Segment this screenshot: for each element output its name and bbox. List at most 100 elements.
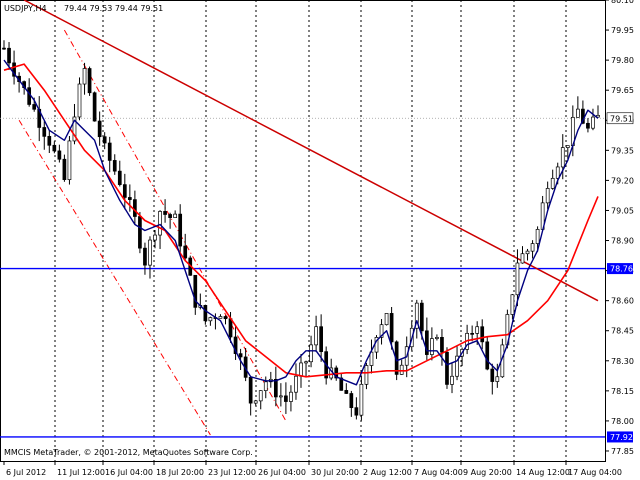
price-chart[interactable]: 80.1079.9579.8079.6579.5079.3579.2079.05…: [0, 0, 640, 480]
candle-body: [389, 313, 394, 343]
price-tick-label: 79.95: [611, 26, 634, 35]
candle-body: [555, 166, 560, 179]
candle-body: [107, 142, 112, 161]
price-tick-label: 78.45: [611, 327, 634, 336]
candle-body: [445, 351, 449, 385]
candle-body: [127, 197, 132, 200]
time-tick-label: 30 Jul 20:00: [311, 468, 359, 477]
price-tick-label: 78.15: [611, 387, 634, 396]
candle-body: [183, 245, 188, 259]
candle-body: [238, 353, 243, 358]
candle-body: [314, 326, 318, 346]
time-tick-label: 11 Jul 12:00: [57, 468, 105, 477]
candle-body: [253, 400, 258, 404]
current-price-label: 79.51: [610, 114, 633, 123]
candle-body: [520, 253, 525, 264]
candle-body: [480, 326, 485, 343]
candle-body: [67, 140, 72, 180]
candle-body: [384, 313, 389, 326]
candle-body: [304, 361, 308, 364]
candle-body: [475, 326, 480, 334]
candle-body: [485, 341, 490, 370]
candle-body: [545, 188, 550, 204]
time-tick-label: 17 Aug 04:00: [568, 468, 622, 477]
candle-body: [530, 243, 535, 252]
price-tick-label: 79.05: [611, 206, 634, 215]
candle-body: [450, 375, 454, 385]
candle-body: [82, 68, 87, 85]
candle-body: [440, 337, 444, 353]
candle-body: [228, 318, 233, 338]
candle-body: [218, 316, 223, 319]
candle-body: [399, 364, 404, 375]
candle-body: [535, 229, 540, 244]
candle-body: [138, 216, 142, 249]
candle-body: [550, 177, 555, 189]
candle-body: [490, 368, 495, 382]
candle-body: [112, 160, 117, 172]
candle-body: [57, 150, 62, 160]
candle-body: [284, 395, 288, 402]
time-tick-label: 9 Aug 20:00: [463, 468, 512, 477]
candle-body: [470, 332, 475, 335]
price-tick-label: 77.85: [611, 447, 634, 456]
candle-body: [168, 214, 172, 218]
candle-body: [87, 68, 92, 94]
copyright-text: MMCIS MetaTrader, © 2001-2012, MetaQuote…: [4, 448, 253, 457]
candle-body: [143, 247, 147, 266]
price-tick-label: 79.80: [611, 56, 634, 65]
candle-body: [52, 144, 57, 152]
candle-body: [47, 136, 52, 146]
candle-body: [133, 199, 137, 217]
time-axis[interactable]: 6 Jul 2012 11 Jul 12:00 16 Jul 04:00 18 Jul…: [3, 461, 622, 477]
candle-body: [419, 302, 424, 332]
current-price-tag: 79.51: [606, 112, 634, 125]
candle-body: [525, 250, 530, 255]
candle-body: [92, 92, 97, 122]
candle-body: [203, 305, 208, 322]
candle-body: [258, 390, 263, 402]
price-tick-label: 78.60: [611, 297, 634, 306]
candle-body: [178, 213, 183, 247]
candle-body: [248, 376, 253, 404]
candle-body: [62, 158, 67, 180]
candle-body: [263, 381, 268, 391]
level-low-tag: 77.92: [607, 431, 633, 443]
candle-body: [97, 120, 102, 138]
candle-body: [299, 362, 303, 377]
time-tick-label: 26 Jul 04:00: [258, 468, 306, 477]
level-low-label: 77.92: [610, 433, 633, 442]
candle-body: [42, 127, 47, 137]
candle-body: [495, 376, 500, 382]
time-tick-label: 6 Jul 2012: [6, 468, 46, 477]
candle-body: [173, 213, 178, 218]
time-tick-label: 2 Aug 12:00: [363, 468, 412, 477]
candle-body: [289, 391, 293, 402]
candle-body: [273, 378, 278, 398]
candle-body: [294, 375, 298, 393]
candle-body: [148, 239, 152, 266]
candle-body: [364, 365, 369, 385]
candle-body: [102, 136, 107, 144]
candle-body: [515, 262, 520, 296]
candle-body: [430, 338, 434, 355]
candle-body: [591, 116, 595, 129]
candle-body: [435, 337, 439, 339]
candle-body: [586, 122, 590, 129]
candle-body: [560, 147, 565, 168]
symbol-label: USDJPY,H4: [4, 4, 47, 13]
chart-window[interactable]: 80.1079.9579.8079.6579.5079.3579.2079.05…: [0, 0, 640, 480]
candle-body: [510, 294, 515, 315]
candle-body: [349, 393, 354, 409]
candle-body: [344, 390, 349, 394]
time-tick-label: 7 Aug 04:00: [414, 468, 463, 477]
level-high-tag: 78.76: [607, 263, 633, 275]
candle-body: [565, 145, 570, 148]
price-axis[interactable]: 80.1079.9579.8079.6579.5079.3579.2079.05…: [605, 0, 634, 456]
candle-body: [32, 104, 37, 110]
candle-body: [319, 326, 323, 353]
candle-body: [208, 317, 213, 322]
price-tick-label: 79.65: [611, 86, 634, 95]
price-tick-label: 78.00: [611, 417, 634, 426]
candle-body: [2, 47, 6, 50]
